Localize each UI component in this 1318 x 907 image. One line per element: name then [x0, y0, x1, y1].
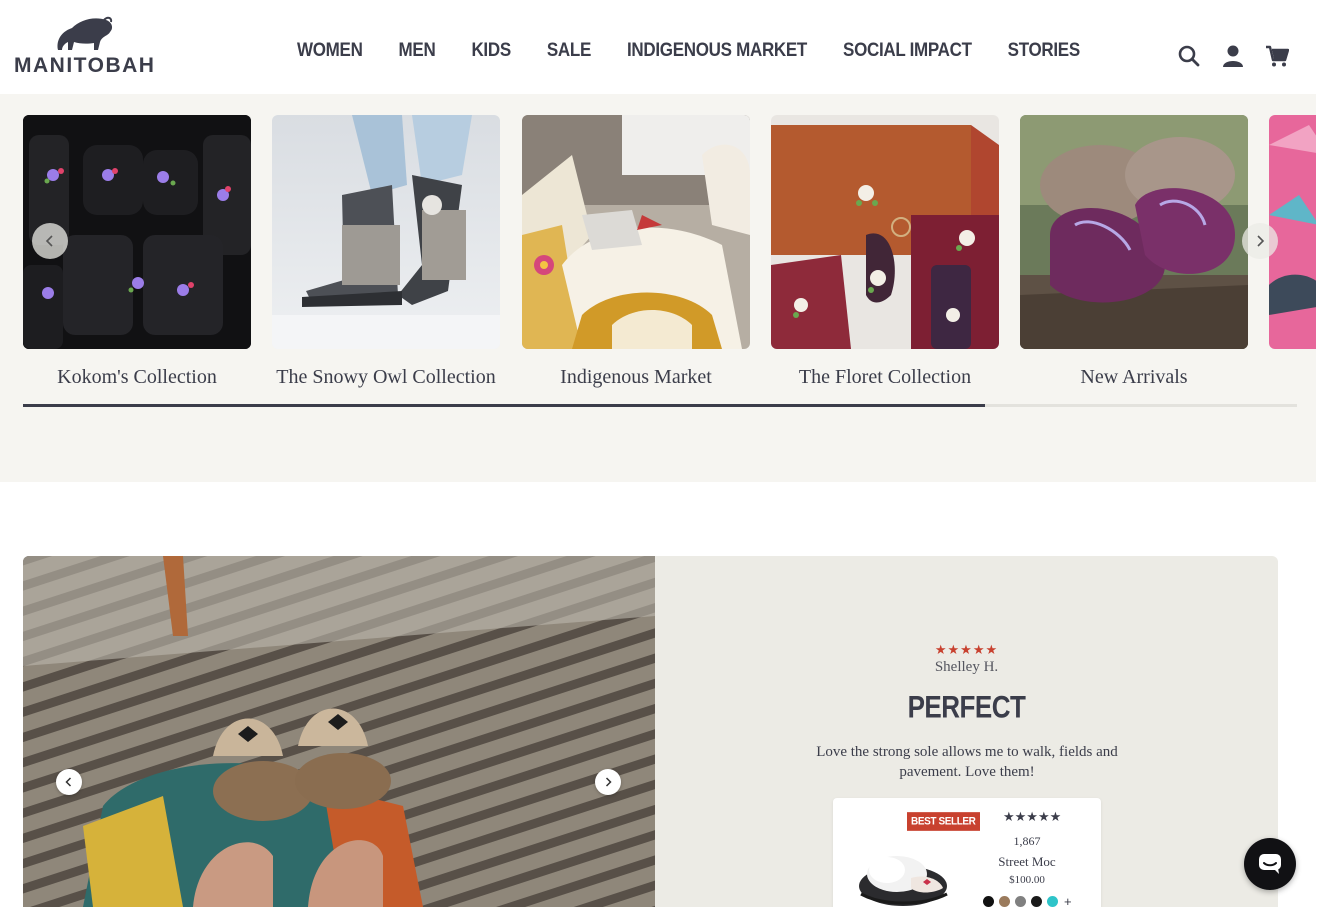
product-card[interactable]: BEST SELLER ★★★★★ 1,867 Street Moc $100.…	[833, 798, 1101, 907]
carousel-prev-button[interactable]	[32, 223, 68, 259]
nav-stories[interactable]: STORIES	[1008, 39, 1081, 62]
collection-label: The Snowy Owl Collection	[276, 366, 496, 388]
collection-card-new-arrivals[interactable]: New Arrivals	[1020, 115, 1248, 389]
product-review-count: 1,867	[1013, 834, 1041, 848]
product-name[interactable]: Street Moc	[981, 854, 1073, 870]
review-prev-button[interactable]	[56, 769, 82, 795]
reviewer-name: Shelley H.	[934, 659, 999, 675]
review-panel: ★★★★★ Shelley H. PERFECT Love the strong…	[655, 556, 1278, 907]
more-colors-button[interactable]: +	[1064, 894, 1072, 907]
chat-icon	[1259, 854, 1281, 874]
chevron-left-icon	[65, 777, 72, 787]
color-swatch[interactable]	[1031, 896, 1042, 907]
nav-sale[interactable]: SALE	[547, 39, 591, 62]
review-title: PERFECT	[907, 688, 1026, 725]
brand-wordmark: MANITOBAH	[14, 54, 156, 77]
product-image	[859, 856, 948, 906]
collection-card-floret[interactable]: The Floret Collection	[771, 115, 999, 389]
nav-indigenous-market[interactable]: INDIGENOUS MARKET	[627, 39, 807, 62]
carousel-next-button[interactable]	[1242, 223, 1278, 259]
collection-image	[272, 115, 500, 349]
header-actions	[1176, 43, 1290, 69]
chat-button[interactable]	[1244, 838, 1296, 890]
chevron-right-icon	[605, 777, 612, 787]
nav-social-impact[interactable]: SOCIAL IMPACT	[843, 39, 972, 62]
cart-icon[interactable]	[1264, 43, 1290, 69]
chevron-left-icon	[45, 235, 53, 247]
product-rating: ★★★★★	[1003, 809, 1062, 824]
collection-label: The Floret Collection	[798, 366, 972, 388]
site-header: MANITOBAH WOMEN MEN KIDS SALE INDIGENOUS…	[0, 0, 1318, 94]
collection-card-snowy-owl[interactable]: The Snowy Owl Collection	[272, 115, 500, 389]
collection-card-indigenous-market[interactable]: Indigenous Market	[522, 115, 750, 389]
search-icon[interactable]	[1176, 43, 1202, 69]
collections-carousel: Kokom's Collection The Snowy Owl Collect…	[0, 94, 1316, 482]
brand-logo[interactable]: MANITOBAH	[14, 14, 156, 77]
nav-men[interactable]: MEN	[399, 39, 436, 62]
review-photo	[23, 556, 655, 907]
collection-label: Indigenous Market	[560, 366, 712, 388]
nav-women[interactable]: WOMEN	[297, 39, 363, 62]
color-swatches: +	[983, 894, 1072, 907]
carousel-scrollbar[interactable]	[23, 404, 1297, 407]
main-nav: WOMEN MEN KIDS SALE INDIGENOUS MARKET SO…	[297, 39, 1116, 62]
bison-logo-icon	[57, 16, 113, 50]
color-swatch[interactable]	[983, 896, 994, 907]
product-price: $100.00	[1009, 874, 1045, 886]
collection-label: Kokom's Collection	[57, 366, 217, 388]
color-swatch[interactable]	[1015, 896, 1026, 907]
collection-image	[771, 115, 999, 349]
collection-label: New Arrivals	[1080, 366, 1188, 388]
review-next-button[interactable]	[595, 769, 621, 795]
color-swatch[interactable]	[999, 896, 1010, 907]
review-rating: ★★★★★	[934, 642, 999, 657]
review-section: ★★★★★ Shelley H. PERFECT Love the strong…	[23, 556, 1278, 907]
collection-image	[522, 115, 750, 349]
chevron-right-icon	[1257, 235, 1265, 247]
review-body: Love the strong sole allows me to walk, …	[816, 744, 1118, 780]
color-swatch[interactable]	[1047, 896, 1058, 907]
nav-kids[interactable]: KIDS	[471, 39, 511, 62]
account-icon[interactable]	[1220, 43, 1246, 69]
carousel-scrollbar-thumb[interactable]	[23, 404, 985, 407]
collection-image	[1020, 115, 1248, 349]
best-seller-badge: BEST SELLER	[907, 812, 980, 831]
